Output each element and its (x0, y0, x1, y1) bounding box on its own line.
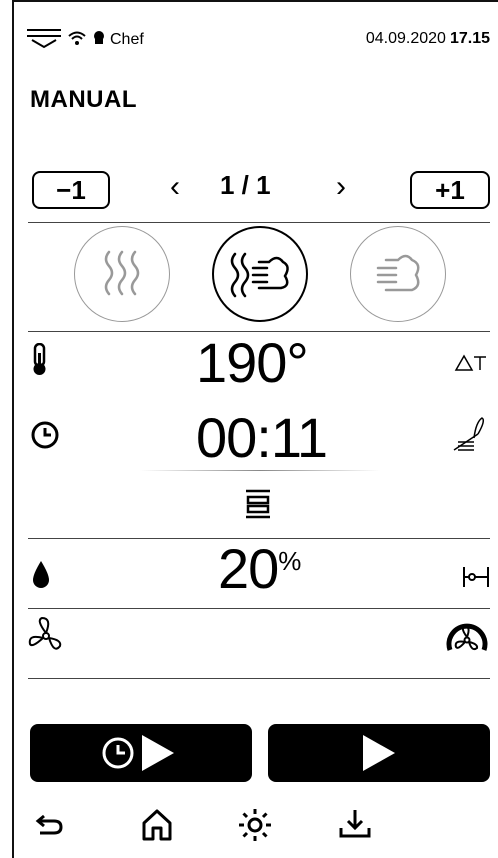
back-icon[interactable] (34, 808, 64, 843)
convection-icon (376, 254, 420, 292)
date-label: 04.09.2020 (365, 30, 446, 47)
core-probe-icon[interactable] (452, 416, 490, 459)
delta-t-icon[interactable] (454, 354, 488, 377)
combi-icon (230, 252, 289, 298)
mode-convection-button[interactable] (350, 226, 446, 322)
next-step-arrow[interactable]: › (336, 170, 346, 204)
prev-step-arrow[interactable]: ‹ (170, 170, 180, 204)
fan-speed-icon[interactable] (444, 616, 490, 661)
humidity-reading[interactable]: 20% (218, 536, 301, 601)
divider (28, 608, 490, 609)
time-label: 17.15 (449, 30, 490, 47)
mode-combi-button[interactable] (212, 226, 308, 322)
humidity-value: 20 (218, 537, 279, 600)
menu-dropdown-icon[interactable] (26, 27, 62, 54)
mode-steam-button[interactable] (74, 226, 170, 322)
wifi-icon (68, 30, 86, 51)
play-icon (363, 735, 395, 771)
step-pager: 1 / 1 (220, 170, 271, 200)
delayed-start-button[interactable] (30, 724, 252, 782)
fan-icon[interactable] (26, 616, 66, 661)
step-plus-button[interactable]: +1 (410, 171, 490, 209)
temperature-value[interactable]: 190° (196, 330, 309, 395)
thermometer-icon (30, 342, 50, 382)
timer-play-icon (102, 735, 174, 771)
tray-levels-icon[interactable] (244, 488, 272, 525)
user-role-label: Chef (110, 31, 144, 48)
brightness-icon[interactable] (238, 808, 272, 847)
datetime: 04.09.2020 17.15 (366, 30, 490, 48)
clock-icon (30, 420, 60, 455)
divider (28, 678, 490, 679)
steam-icon (104, 250, 140, 296)
divider (28, 222, 490, 223)
home-icon[interactable] (140, 808, 174, 847)
step-minus-button[interactable]: −1 (32, 171, 110, 209)
chef-hat-icon (92, 30, 106, 50)
status-bar: Chef 04.09.2020 17.15 (26, 26, 492, 54)
humidity-drop-icon (31, 560, 51, 595)
humidity-unit: % (278, 546, 301, 576)
width-range-icon[interactable] (462, 565, 490, 594)
timer-underline (140, 470, 380, 471)
page-title: MANUAL (30, 86, 137, 113)
timer-value[interactable]: 00:11 (196, 405, 328, 470)
start-button[interactable] (268, 724, 490, 782)
download-icon[interactable] (338, 808, 372, 845)
